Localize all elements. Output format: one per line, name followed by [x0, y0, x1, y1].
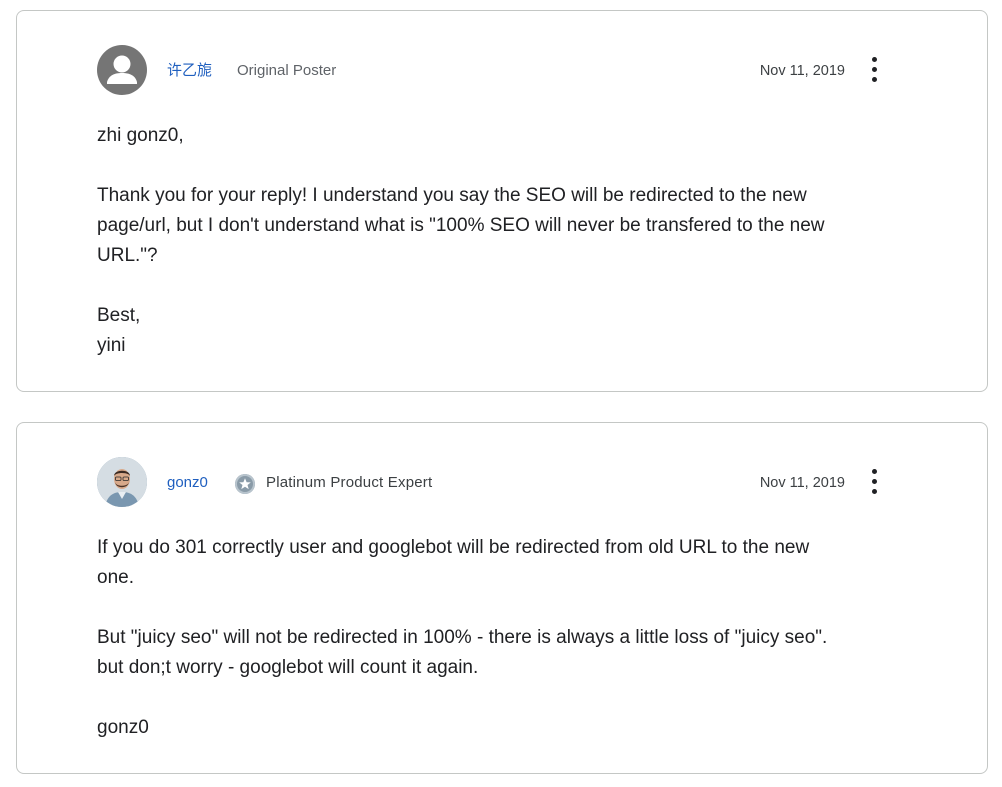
post-line: URL."?	[97, 245, 158, 266]
more-options-icon[interactable]	[863, 467, 887, 497]
post-body: If you do 301 correctly user and googleb…	[97, 533, 917, 743]
author-name-link[interactable]: 许乙旎	[167, 61, 212, 81]
user-photo-avatar[interactable]	[97, 457, 147, 507]
platinum-star-badge-icon	[235, 474, 255, 494]
post-body: zhi gonz0, Thank you for your reply! I u…	[97, 121, 917, 361]
author-name-link[interactable]: gonz0	[167, 473, 208, 493]
more-options-icon[interactable]	[863, 55, 887, 85]
post-line: zhi gonz0,	[97, 125, 184, 146]
post-card: gonz0 Platinum Product Expert Nov 11, 20…	[16, 422, 988, 774]
post-line: gonz0	[97, 717, 149, 738]
post-line: If you do 301 correctly user and googleb…	[97, 537, 810, 558]
post-line: Thank you for your reply! I understand y…	[97, 185, 807, 206]
post-header: gonz0 Platinum Product Expert Nov 11, 20…	[97, 457, 887, 509]
post-date: Nov 11, 2019	[759, 63, 845, 79]
post-line: But "juicy seo" will not be redirected i…	[97, 627, 828, 648]
post-paragraph: Best, yini	[97, 301, 917, 361]
post-header: 许乙旎 Original Poster Nov 11, 2019	[97, 45, 887, 97]
post-card: 许乙旎 Original Poster Nov 11, 2019 zhi gon…	[16, 10, 988, 392]
post-date: Nov 11, 2019	[759, 475, 845, 491]
role-label: Platinum Product Expert	[266, 474, 433, 491]
post-paragraph: zhi gonz0,	[97, 121, 917, 151]
post-paragraph: gonz0	[97, 713, 917, 743]
post-paragraph: But "juicy seo" will not be redirected i…	[97, 623, 917, 683]
post-paragraph: Thank you for your reply! I understand y…	[97, 181, 917, 271]
post-paragraph: If you do 301 correctly user and googleb…	[97, 533, 917, 593]
role-label: Original Poster	[237, 62, 337, 79]
post-line: Best,	[97, 305, 141, 326]
person-placeholder-icon[interactable]	[97, 45, 147, 95]
post-line: page/url, but I don't understand what is…	[97, 215, 825, 236]
post-line: one.	[97, 567, 134, 588]
post-line: yini	[97, 335, 126, 356]
post-line: but don;t worry - googlebot will count i…	[97, 657, 479, 678]
